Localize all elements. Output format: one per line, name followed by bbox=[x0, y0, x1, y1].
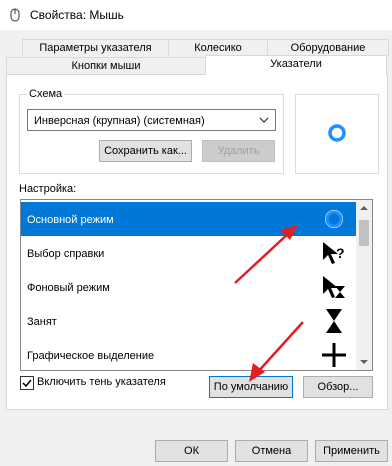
list-item-label: Фоновый режим bbox=[27, 282, 110, 294]
scroll-up-icon[interactable] bbox=[360, 204, 368, 212]
scheme-select-value: Инверсная (крупная) (системная) bbox=[34, 115, 205, 127]
title-bar: Свойства: Мышь bbox=[0, 0, 392, 30]
tab-wheel[interactable]: Колесико bbox=[168, 39, 268, 56]
tab-buttons[interactable]: Кнопки мыши bbox=[6, 57, 206, 74]
tab-pointer-options[interactable]: Параметры указателя bbox=[22, 39, 169, 56]
scheme-group-label: Схема bbox=[27, 88, 65, 100]
working-in-background-icon bbox=[323, 276, 345, 298]
browse-button[interactable]: Обзор... bbox=[303, 376, 373, 398]
use-default-button[interactable]: По умолчанию bbox=[209, 376, 293, 398]
tab-pointers[interactable]: Указатели bbox=[205, 55, 387, 75]
window-title: Свойства: Мышь bbox=[30, 8, 124, 22]
svg-text:?: ? bbox=[336, 245, 345, 261]
help-select-icon: ? bbox=[323, 242, 345, 264]
list-item-label: Выбор справки bbox=[27, 248, 105, 260]
list-item[interactable]: Выбор справки ? bbox=[21, 236, 357, 270]
scheme-select[interactable]: Инверсная (крупная) (системная) bbox=[27, 109, 276, 131]
ok-button[interactable]: ОК bbox=[155, 440, 228, 462]
cursor-list[interactable]: Основной режим Выбор справки ? Фоновый р… bbox=[20, 199, 373, 371]
busy-ring-icon bbox=[325, 210, 343, 228]
precision-crosshair-icon bbox=[322, 343, 346, 367]
scroll-down-icon[interactable] bbox=[360, 358, 368, 366]
list-item[interactable]: Основной режим bbox=[21, 202, 357, 236]
list-item[interactable]: Фоновый режим bbox=[21, 270, 357, 304]
tab-hardware[interactable]: Оборудование bbox=[267, 39, 389, 56]
settings-label: Настройка: bbox=[19, 183, 77, 195]
apply-button[interactable]: Применить bbox=[315, 440, 388, 462]
hourglass-icon bbox=[326, 309, 342, 333]
delete-button[interactable]: Удалить bbox=[202, 140, 275, 162]
scheme-group bbox=[19, 94, 284, 174]
cursor-preview bbox=[295, 94, 379, 174]
list-scrollbar[interactable] bbox=[356, 200, 372, 370]
chevron-down-icon bbox=[259, 117, 269, 123]
save-as-button[interactable]: Сохранить как... bbox=[99, 140, 192, 162]
checkmark-icon bbox=[22, 379, 32, 388]
list-item-label: Основной режим bbox=[27, 214, 114, 226]
cancel-button[interactable]: Отмена bbox=[235, 440, 308, 462]
shadow-checkbox[interactable] bbox=[20, 376, 34, 390]
mouse-icon bbox=[10, 8, 20, 22]
list-item-label: Графическое выделение bbox=[27, 350, 155, 362]
list-item[interactable]: Графическое выделение bbox=[21, 338, 357, 370]
list-item[interactable]: Занят bbox=[21, 304, 357, 338]
list-item-label: Занят bbox=[27, 316, 57, 328]
scroll-thumb[interactable] bbox=[359, 220, 369, 246]
busy-ring-icon bbox=[328, 124, 346, 142]
shadow-checkbox-label: Включить тень указателя bbox=[37, 376, 166, 388]
